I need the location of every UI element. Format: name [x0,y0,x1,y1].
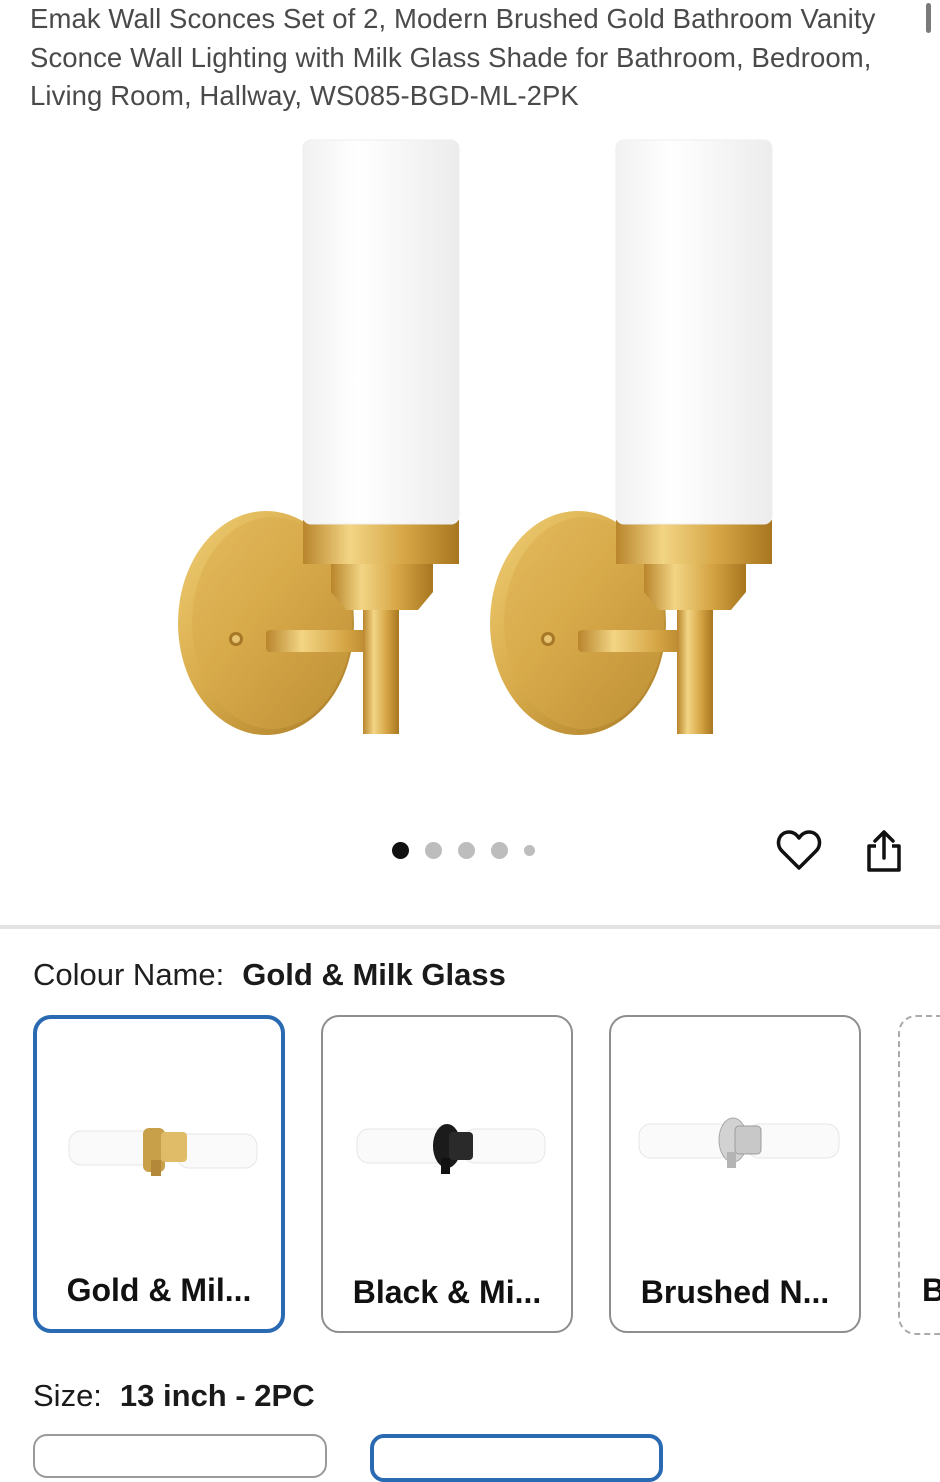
carousel-dot[interactable] [425,842,442,859]
size-label: Size: [33,1378,102,1413]
section-divider [0,925,940,929]
colour-option-nickel[interactable]: Brushed N... [609,1015,861,1333]
heart-outline-icon [776,830,822,870]
colour-name-label: Colour Name: [33,957,225,992]
colour-option-partial[interactable]: B [898,1015,940,1335]
colour-option-black[interactable]: Black & Mi... [321,1015,573,1333]
size-value: 13 inch - 2PC [119,1378,315,1413]
colour-name-value: Gold & Milk Glass [242,957,506,992]
favorite-button[interactable] [776,828,822,872]
nickel-sconce-thumbnail [638,1117,840,1168]
carousel-dots[interactable] [392,842,551,859]
scroll-indicator[interactable] [926,3,931,33]
colour-option-label: Black & Mi... [352,1274,542,1310]
carousel-dot[interactable] [491,842,508,859]
sconce-right [490,139,773,735]
carousel-dot[interactable] [392,842,409,859]
carousel-dot[interactable] [458,842,475,859]
colour-name-row: Colour Name: Gold & Milk Glass [33,957,506,993]
size-row: Size: 13 inch - 2PC [33,1378,315,1414]
gold-sconce-thumbnail [68,1128,258,1176]
colour-option-gold[interactable]: Gold & Mil... [33,1015,285,1333]
black-sconce-thumbnail [356,1124,546,1174]
product-image[interactable] [0,130,940,810]
share-icon [867,830,901,872]
size-option-selected[interactable] [370,1434,663,1482]
carousel-dot[interactable] [524,845,535,856]
colour-option-label: Brushed N... [640,1274,830,1310]
colour-option-label: B [922,1272,940,1308]
colour-option-label: Gold & Mil... [66,1272,252,1308]
size-option[interactable] [33,1434,327,1478]
share-button[interactable] [864,828,904,874]
product-title: Emak Wall Sconces Set of 2, Modern Brush… [30,3,876,111]
sconce-left [178,139,460,735]
